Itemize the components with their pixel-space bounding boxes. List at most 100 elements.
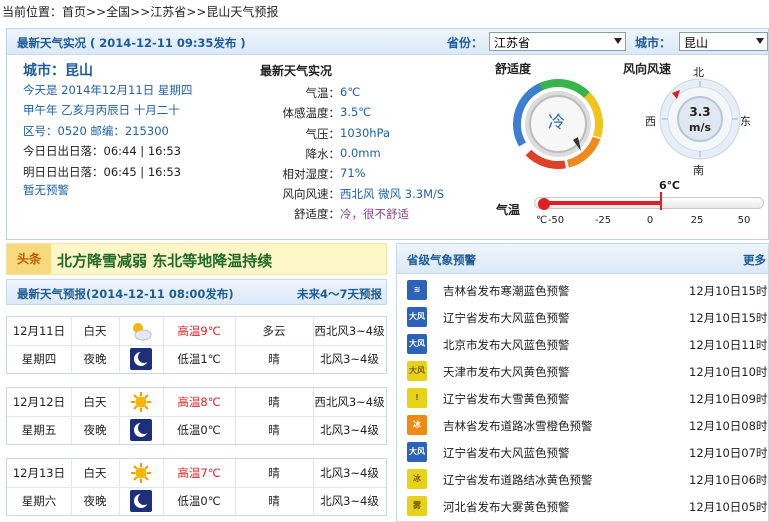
breadcrumb-province-link[interactable]: 江苏省: [150, 5, 186, 19]
province-select[interactable]: 江苏省: [489, 32, 626, 51]
forecast-day: 12月12日 白天 高温8℃ 晴西北风3~4级 星期五 夜晚 低温0℃ 晴北风3~4级: [6, 387, 387, 445]
warnings-header: 省级气象预警 更多: [397, 244, 768, 274]
warning-date: 12月10日08时: [689, 419, 768, 433]
warning-text[interactable]: 辽宁省发布道路结冰黄色预警: [443, 472, 593, 488]
temp-bar-current: 6℃: [659, 179, 680, 192]
comfort-value: 冷: [548, 113, 565, 133]
forecast-weather: 晴: [268, 423, 280, 437]
warning-icon: 大风: [407, 334, 427, 354]
warning-date: 12月10日10时: [689, 365, 768, 379]
warning-text[interactable]: 吉林省发布寒潮蓝色预警: [443, 283, 570, 299]
breadcrumb-country-link[interactable]: 全国: [106, 5, 130, 19]
partly-cloudy-icon: [130, 320, 152, 342]
forecast-wind: 北风3~4级: [320, 494, 379, 508]
chevron-down-icon: [614, 38, 622, 44]
city-select[interactable]: 昆山: [679, 32, 768, 51]
warning-icon: 雾: [407, 496, 427, 516]
realtime-label: 体感温度：: [282, 106, 341, 120]
moon-icon: [130, 419, 152, 441]
warning-text[interactable]: 辽宁省发布大雪黄色预警: [443, 391, 570, 407]
warning-item[interactable]: ! 辽宁省发布大雪黄色预警 12月10日09时: [397, 386, 768, 412]
warnings-more-link[interactable]: 更多: [743, 252, 766, 268]
realtime-title: 最新天气实况: [260, 64, 333, 78]
realtime-value: 0.0mm: [340, 146, 381, 160]
forecast-row-night: 星期五 夜晚 低温0℃ 晴 北风3~4级: [7, 416, 386, 444]
warning-text[interactable]: 河北省发布大雾黄色预警: [443, 499, 570, 515]
warnings-panel: 省级气象预警 更多 ≋ 吉林省发布寒潮蓝色预警 12月10日15时 大风 辽宁省发布大风…: [396, 243, 769, 522]
warning-item[interactable]: 大风 天津市发布大风黄色预警 12月10日10时: [397, 359, 768, 385]
warning-item[interactable]: 雾河北省发布大雾黄色预警 12月10日05时: [397, 494, 768, 520]
realtime-value: 西北风 微风 3.3M/S: [340, 187, 445, 201]
compass-east: 东: [740, 115, 751, 128]
temp-tick-label: 0: [646, 215, 654, 226]
temp-bar-marker: [660, 192, 663, 210]
area-code-line: 区号：0520 邮编：215300: [23, 124, 169, 138]
temp-tick-label: -25: [594, 215, 612, 226]
warning-date: 12月10日15时: [689, 311, 768, 325]
warning-text[interactable]: 吉林省发布道路冰雪橙色预警: [443, 418, 593, 434]
forecast-weather: 晴: [268, 494, 280, 508]
moon-icon: [130, 348, 152, 370]
warning-item[interactable]: 大风 辽宁省发布大风蓝色预警 12月10日07时: [397, 440, 768, 466]
realtime-label: 风向风速：: [282, 187, 341, 201]
breadcrumb-current: 昆山天气预报: [206, 5, 279, 19]
forecast-weather: 晴: [268, 352, 280, 366]
province-label: 省份：: [447, 36, 484, 50]
forecast-weather: 多云: [262, 324, 286, 338]
realtime-label: 相对湿度：: [282, 167, 341, 181]
forecast-temp: 低温0℃: [177, 423, 221, 437]
warning-item[interactable]: 大风 北京市发布大风蓝色预警 12月10日11时: [397, 332, 768, 358]
moon-icon: [130, 490, 152, 512]
forecast-wind: 北风3~4级: [320, 423, 379, 437]
forecast-row-night: 星期四 夜晚 低温1℃ 晴 北风3~4级: [7, 345, 386, 373]
wind-speed-unit: m/s: [688, 121, 712, 134]
forecast-temp: 高温9℃: [177, 324, 221, 338]
warning-icon: ≋: [407, 280, 427, 300]
breadcrumb-home-link[interactable]: 首页: [62, 5, 86, 19]
warnings-title: 省级气象预警: [407, 253, 476, 267]
compass-west: 西: [645, 115, 656, 128]
realtime-value: 1030hPa: [340, 126, 391, 140]
sunrise-tomorrow: 明日日出日落：06:45 | 16:53: [23, 165, 181, 179]
forecast-more-link[interactable]: 未来4～7天预报: [297, 286, 382, 302]
headline-banner[interactable]: 头条 北方降雪减弱 东北等地降温持续: [6, 243, 387, 275]
alert-status[interactable]: 暂无预警: [23, 182, 69, 198]
current-weather-header: 最新天气实况 ( 2014-12-11 09:35发布 ) 省份： 江苏省 城市…: [7, 29, 768, 55]
forecast-wind: 北风3~4级: [320, 352, 379, 366]
compass-north: 北: [693, 66, 704, 79]
forecast-date: 12月13日: [12, 466, 66, 480]
temp-bar-label: 气温: [496, 203, 521, 217]
sun-icon: [130, 462, 152, 484]
warning-text[interactable]: 北京市发布大风蓝色预警: [443, 337, 570, 353]
headline-text[interactable]: 北方降雪减弱 东北等地降温持续: [57, 250, 272, 271]
breadcrumb: 当前位置：首页>>全国>>江苏省>>昆山天气预报: [2, 3, 278, 20]
forecast-date: 12月11日: [12, 324, 66, 338]
warning-text[interactable]: 辽宁省发布大风蓝色预警: [443, 310, 570, 326]
forecast-row-day: 12月12日 白天 高温8℃ 晴 西北风3~4级: [7, 388, 386, 416]
forecast-weekday: 星期五: [21, 423, 57, 437]
realtime-label: 降水：: [305, 147, 341, 161]
current-weather-title: 最新天气实况 ( 2014-12-11 09:35发布 ): [17, 36, 246, 50]
wind-compass: [659, 78, 741, 160]
temp-tick-label: -50: [547, 215, 565, 226]
forecast-header: 最新天气预报(2014-12-11 08:00发布) 未来4～7天预报: [6, 279, 387, 305]
warning-date: 12月10日05时: [689, 500, 768, 514]
warning-item[interactable]: 冰吉林省发布道路冰雪橙色预警 12月10日08时: [397, 413, 768, 439]
breadcrumb-sep: >>: [86, 5, 107, 19]
warning-text[interactable]: 天津市发布大风黄色预警: [443, 364, 570, 380]
warning-date: 12月10日15时: [689, 284, 768, 298]
forecast-day: 12月11日 白天 高温9℃ 多云 西北风3~4级 星期四 夜晚 低温1℃ 晴 北风3~4级: [6, 316, 387, 374]
forecast-weekday: 星期六: [21, 494, 57, 508]
warning-item[interactable]: 冰辽宁省发布道路结冰黄色预警 12月10日06时: [397, 467, 768, 493]
warning-item[interactable]: ≋ 吉林省发布寒潮蓝色预警 12月10日15时: [397, 278, 768, 304]
warning-item[interactable]: 大风 辽宁省发布大风蓝色预警 12月10日15时: [397, 305, 768, 331]
city-label: 城市：: [635, 36, 672, 50]
breadcrumb-prefix: 当前位置：: [2, 5, 63, 19]
forecast-temp: 高温8℃: [177, 395, 221, 409]
temp-tick-label: 25: [690, 215, 704, 226]
date-line: 今天是 2014年12月11日 星期四: [23, 83, 193, 97]
forecast-temp: 高温7℃: [177, 466, 221, 480]
compass-south: 南: [693, 164, 704, 177]
warning-text[interactable]: 辽宁省发布大风蓝色预警: [443, 445, 570, 461]
realtime-label: 气温：: [305, 86, 341, 100]
